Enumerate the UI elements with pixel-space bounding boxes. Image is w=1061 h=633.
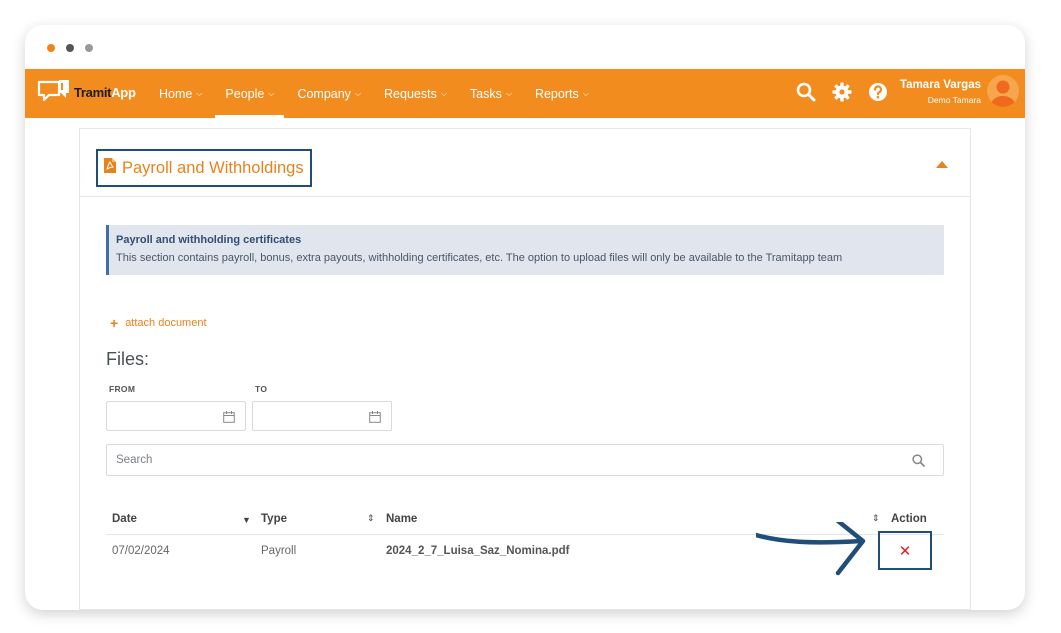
- panel-header[interactable]: Payroll and Withholdings: [80, 129, 970, 197]
- column-header-date[interactable]: Date: [112, 513, 137, 525]
- from-label: FROM: [109, 384, 136, 394]
- chevron-down-icon: ⌵: [196, 88, 203, 98]
- row-date: 07/02/2024: [112, 545, 170, 557]
- chevron-down-icon: ⌵: [268, 88, 275, 98]
- user-company: Demo Tamara: [927, 95, 981, 105]
- search-icon[interactable]: [912, 454, 925, 472]
- panel-title-highlight: Payroll and Withholdings: [96, 149, 312, 187]
- calendar-icon[interactable]: [223, 410, 235, 428]
- row-file-name[interactable]: 2024_2_7_Luisa_Saz_Nomina.pdf: [386, 545, 569, 557]
- nav-people[interactable]: People ⌵: [215, 69, 285, 118]
- nav-icon-group: [795, 81, 903, 103]
- panel-title: Payroll and Withholdings: [122, 158, 304, 177]
- collapse-caret-icon[interactable]: [936, 161, 948, 168]
- nav-requests[interactable]: Requests ⌵: [374, 69, 457, 118]
- nav-reports[interactable]: Reports ⌵: [525, 69, 599, 118]
- sort-desc-icon[interactable]: ▼: [242, 515, 251, 525]
- calendar-icon[interactable]: [369, 410, 381, 428]
- column-header-action: Action: [891, 513, 927, 525]
- column-header-name[interactable]: Name: [386, 513, 417, 525]
- pointer-arrow-icon: [756, 522, 866, 576]
- row-type: Payroll: [261, 545, 297, 557]
- search-icon[interactable]: [795, 81, 817, 103]
- chevron-down-icon: ⌵: [354, 88, 362, 98]
- pdf-file-icon: [104, 158, 116, 178]
- top-navbar: TramitApp Home ⌵ People ⌵ Company ⌵ Request…: [25, 69, 1025, 118]
- attach-document-label: attach document: [125, 317, 207, 329]
- window-dot-gray[interactable]: [85, 44, 93, 52]
- nav-company[interactable]: Company ⌵: [287, 69, 371, 118]
- nav-home-label: Home: [159, 86, 193, 101]
- chevron-down-icon: ⌵: [440, 88, 447, 98]
- nav-people-label: People: [225, 86, 265, 101]
- close-icon: ✕: [898, 542, 912, 560]
- chevron-down-icon: ⌵: [505, 88, 512, 98]
- nav-tasks-label: Tasks: [469, 86, 502, 101]
- search-input[interactable]: [107, 445, 887, 475]
- info-title: Payroll and withholding certificates: [116, 234, 302, 246]
- column-header-type[interactable]: Type: [261, 513, 287, 525]
- chevron-down-icon: ⌵: [582, 88, 589, 98]
- files-search: [106, 444, 944, 476]
- nav-home[interactable]: Home ⌵: [149, 69, 212, 118]
- delete-file-button[interactable]: ✕: [878, 531, 932, 570]
- logo-icon: [37, 78, 71, 106]
- help-icon[interactable]: [867, 81, 889, 103]
- to-date-input[interactable]: [252, 401, 392, 431]
- from-date-input[interactable]: [106, 401, 246, 431]
- app-window: TramitApp Home ⌵ People ⌵ Company ⌵ Request…: [25, 25, 1025, 610]
- window-dot-dark[interactable]: [66, 44, 74, 52]
- sort-icon[interactable]: ⇕: [367, 513, 375, 524]
- user-name: Tamara Vargas: [900, 79, 981, 91]
- nav-tasks[interactable]: Tasks ⌵: [460, 69, 522, 118]
- payroll-panel: Payroll and Withholdings Payroll and wit…: [79, 128, 971, 610]
- nav-company-label: Company: [297, 86, 351, 101]
- attach-document-link[interactable]: + attach document: [110, 315, 207, 331]
- logo-text-part1: Tramit: [74, 84, 112, 100]
- logo-text-part2: App: [111, 84, 136, 100]
- avatar[interactable]: [987, 75, 1019, 107]
- plus-icon: +: [110, 315, 119, 331]
- nav-reports-label: Reports: [534, 86, 579, 101]
- user-menu[interactable]: Tamara Vargas Demo Tamara: [900, 79, 981, 105]
- info-callout: Payroll and withholding certificates Thi…: [106, 225, 944, 275]
- window-dot-orange[interactable]: [47, 44, 55, 52]
- gear-icon[interactable]: [831, 81, 853, 103]
- nav-requests-label: Requests: [384, 86, 437, 101]
- files-heading: Files:: [106, 349, 150, 369]
- window-chrome: [25, 25, 1025, 69]
- app-logo[interactable]: TramitApp: [37, 78, 136, 106]
- to-label: TO: [255, 384, 268, 394]
- info-body: This section contains payroll, bonus, ex…: [116, 252, 843, 264]
- logo-text: TramitApp: [74, 85, 136, 100]
- main-nav: Home ⌵ People ⌵ Company ⌵ Requests ⌵ Tasks ⌵ …: [149, 69, 602, 118]
